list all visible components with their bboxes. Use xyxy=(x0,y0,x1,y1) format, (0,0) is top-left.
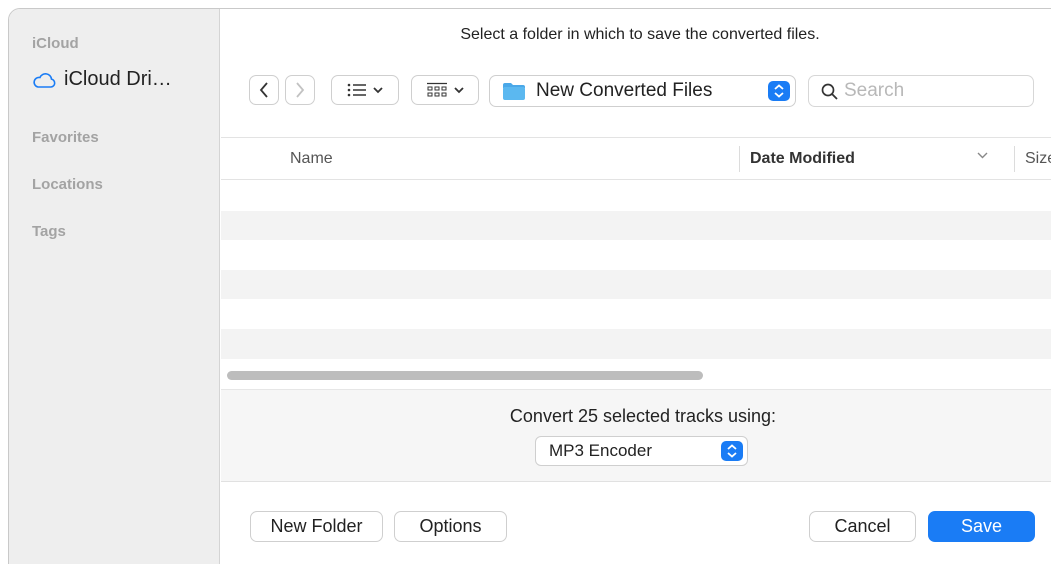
search-icon xyxy=(821,83,838,100)
file-list[interactable] xyxy=(221,181,1051,367)
forward-button[interactable] xyxy=(285,75,315,105)
sidebar-section-locations[interactable]: Locations xyxy=(32,176,103,193)
list-row xyxy=(221,181,1051,211)
options-button[interactable]: Options xyxy=(394,511,507,542)
sidebar-section-icloud: iCloud xyxy=(32,35,79,52)
encoder-value: MP3 Encoder xyxy=(549,441,652,460)
folder-icon xyxy=(503,82,525,100)
list-view-icon xyxy=(347,83,366,97)
save-button[interactable]: Save xyxy=(928,511,1035,542)
popup-stepper-icon xyxy=(721,441,743,461)
cloud-icon xyxy=(33,72,56,88)
group-view-button[interactable] xyxy=(411,75,479,105)
main-panel: Select a folder in which to save the con… xyxy=(221,9,1051,564)
sidebar-section-favorites[interactable]: Favorites xyxy=(32,129,99,146)
sidebar: iCloud iCloud Dri… Favorites Locations T… xyxy=(9,9,220,564)
column-date-modified[interactable]: Date Modified xyxy=(750,150,855,168)
encoder-popup[interactable]: MP3 Encoder xyxy=(535,436,748,466)
sidebar-item-icloud-drive[interactable]: iCloud Dri… xyxy=(32,68,172,91)
location-popup[interactable]: New Converted Files xyxy=(489,75,796,107)
search-input[interactable] xyxy=(844,80,1024,102)
location-folder-name: New Converted Files xyxy=(536,80,713,101)
list-view-button[interactable] xyxy=(331,75,399,105)
sort-descending-icon xyxy=(977,152,988,159)
popup-stepper-icon xyxy=(768,81,790,101)
column-name[interactable]: Name xyxy=(290,150,333,168)
search-field[interactable] xyxy=(808,75,1034,107)
sidebar-section-tags[interactable]: Tags xyxy=(32,223,66,240)
list-row xyxy=(221,269,1051,300)
list-row xyxy=(221,299,1051,329)
convert-label: Convert 25 selected tracks using: xyxy=(509,406,777,426)
back-button[interactable] xyxy=(249,75,279,105)
chevron-right-icon xyxy=(296,82,305,98)
dialog-instruction: Select a folder in which to save the con… xyxy=(460,26,820,43)
sidebar-item-label: iCloud Dri… xyxy=(64,68,172,90)
horizontal-scrollbar[interactable] xyxy=(227,371,703,380)
new-folder-button[interactable]: New Folder xyxy=(250,511,383,542)
column-divider[interactable] xyxy=(1014,146,1015,172)
column-size[interactable]: Size xyxy=(1025,150,1051,168)
conversion-options: Convert 25 selected tracks using: MP3 En… xyxy=(221,389,1051,482)
chevron-down-icon xyxy=(373,86,383,93)
list-row xyxy=(221,240,1051,270)
save-dialog: iCloud iCloud Dri… Favorites Locations T… xyxy=(8,8,1051,564)
file-list-header: Name Date Modified Size xyxy=(221,137,1051,180)
column-divider[interactable] xyxy=(739,146,740,172)
chevron-left-icon xyxy=(259,82,268,98)
list-row xyxy=(221,210,1051,241)
list-row xyxy=(221,328,1051,359)
grid-view-icon xyxy=(427,82,447,97)
chevron-down-icon xyxy=(454,86,464,93)
cancel-button[interactable]: Cancel xyxy=(809,511,916,542)
